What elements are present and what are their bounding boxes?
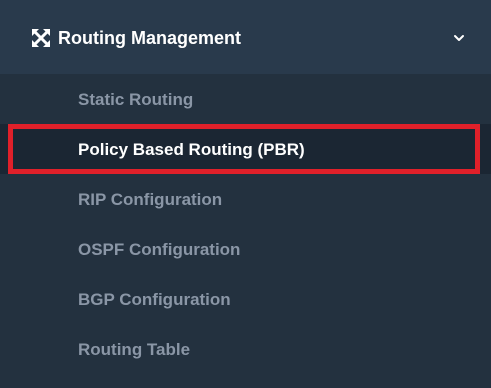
submenu-item-label: Routing Table bbox=[78, 340, 191, 359]
submenu-item-label: Policy Based Routing (PBR) bbox=[78, 140, 305, 159]
crossed-arrows-icon bbox=[32, 29, 50, 47]
sidebar-nav: Routing Management Static Routing Policy… bbox=[0, 0, 491, 388]
submenu-item-label: RIP Configuration bbox=[78, 190, 223, 209]
submenu-item-routing-table[interactable]: Routing Table bbox=[0, 324, 491, 374]
submenu-item-label: OSPF Configuration bbox=[78, 240, 241, 259]
routing-submenu: Static Routing Policy Based Routing (PBR… bbox=[0, 74, 491, 388]
submenu-item-policy-based-routing[interactable]: Policy Based Routing (PBR) bbox=[0, 124, 491, 174]
submenu-item-ospf-configuration[interactable]: OSPF Configuration bbox=[0, 224, 491, 274]
submenu-item-bgp-configuration[interactable]: BGP Configuration bbox=[0, 274, 491, 324]
menu-title: Routing Management bbox=[58, 28, 241, 48]
submenu-item-label: BGP Configuration bbox=[78, 290, 231, 309]
routing-management-menu-header[interactable]: Routing Management bbox=[0, 0, 491, 74]
submenu-item-rip-configuration[interactable]: RIP Configuration bbox=[0, 174, 491, 224]
submenu-item-static-routing[interactable]: Static Routing bbox=[0, 74, 491, 124]
chevron-down-icon[interactable] bbox=[452, 31, 466, 43]
submenu-item-label: Static Routing bbox=[78, 90, 194, 109]
